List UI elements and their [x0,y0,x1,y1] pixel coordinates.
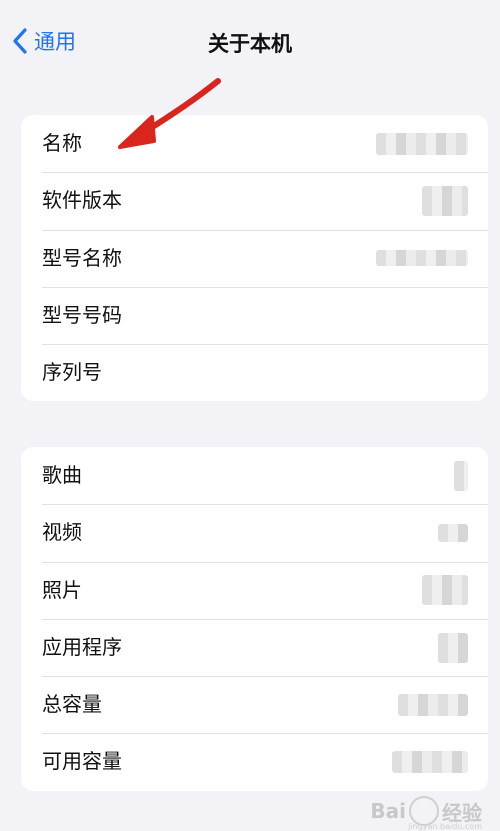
row-label: 总容量 [42,692,102,717]
row-total-capacity[interactable]: 总容量 [21,676,488,733]
row-label: 歌曲 [42,463,82,487]
row-label: 序列号 [42,360,102,385]
row-label: 照片 [42,577,82,602]
row-model-name[interactable]: 型号名称 [21,229,488,287]
row-model-number[interactable]: 型号号码 [21,286,488,344]
row-label: 软件版本 [42,188,122,213]
row-label: 应用程序 [42,634,122,659]
redacted-value [398,693,468,716]
redacted-value [438,523,468,542]
watermark-url: jingyan.baidu.com [408,822,482,831]
row-songs[interactable]: 歌曲 [21,447,488,504]
device-info-group: 名称 软件版本 型号名称 型号号码 序列号 [21,115,488,401]
row-available-capacity[interactable]: 可用容量 [21,733,488,790]
row-name[interactable]: 名称 [21,115,488,172]
row-applications[interactable]: 应用程序 [21,618,488,676]
redacted-value [376,250,468,267]
baidu-watermark: Bai 经验 [370,796,482,826]
row-label: 型号名称 [42,245,122,270]
row-serial-number[interactable]: 序列号 [21,344,488,401]
redacted-value [454,460,468,491]
redacted-value [422,185,468,216]
redacted-value [376,132,468,155]
row-videos[interactable]: 视频 [21,504,488,561]
row-label: 可用容量 [42,749,122,774]
row-label: 型号号码 [42,302,122,327]
row-label: 视频 [42,520,82,545]
row-software-version[interactable]: 软件版本 [21,172,488,229]
row-photos[interactable]: 照片 [21,561,488,619]
redacted-value [422,575,468,606]
watermark-brand-left: Bai [370,799,406,823]
redacted-value [392,751,468,774]
page-title: 关于本机 [208,32,292,56]
storage-info-group: 歌曲 视频 照片 应用程序 总容量 可用容量 [21,447,488,791]
row-label: 名称 [42,131,82,155]
navigation-bar: 通用 关于本机 [0,0,500,80]
red-arrow-icon [118,78,221,149]
redacted-value [438,632,468,663]
